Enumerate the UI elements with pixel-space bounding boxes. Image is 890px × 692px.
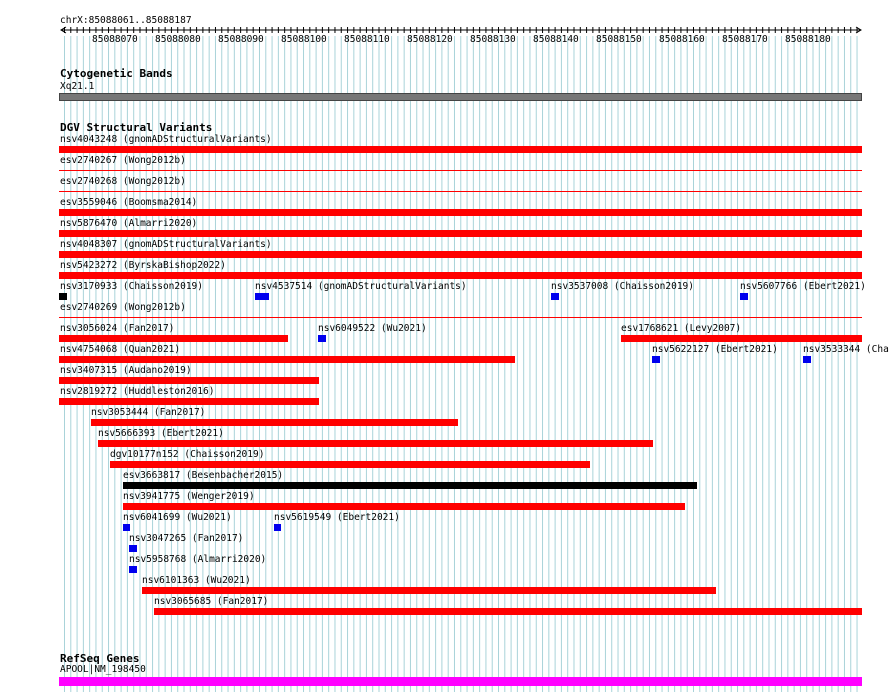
variant-label: nsv4048307 (gnomADStructuralVariants) [60, 239, 272, 250]
variant-loss-bar[interactable] [59, 209, 862, 216]
variant-loss-bar[interactable] [123, 503, 685, 510]
ruler-tick-label: 85088170 [722, 34, 768, 45]
variant-label: nsv5622127 (Ebert2021) [652, 344, 778, 355]
genome-browser-view: chrX:85088061..85088187 85088070 85088080… [0, 0, 890, 692]
ruler-tick-label: 85088110 [344, 34, 390, 45]
variant-loss-bar[interactable] [59, 272, 862, 279]
variant-gain-bar[interactable] [803, 356, 811, 363]
variant-label: nsv6101363 (Wu2021) [142, 575, 251, 586]
variant-label: nsv3533344 (Cha [803, 344, 889, 355]
variant-label: esv2740269 (Wong2012b) [60, 302, 186, 313]
ruler-tick-label: 85088120 [407, 34, 453, 45]
variant-loss-bar[interactable] [59, 356, 515, 363]
variant-label: nsv3056024 (Fan2017) [60, 323, 175, 334]
variant-gain-bar[interactable] [255, 293, 269, 300]
ruler-tick-label: 85088150 [596, 34, 642, 45]
variant-complex-bar[interactable] [59, 293, 67, 300]
variant-loss-bar[interactable] [98, 440, 653, 447]
gene-label: APOOL|NM_198450 [60, 664, 146, 675]
variant-label: nsv5876470 (Almarri2020) [60, 218, 198, 229]
variant-label: nsv2819272 (Huddleston2016) [60, 386, 215, 397]
variant-loss-bar[interactable] [621, 335, 862, 342]
variant-loss-bar[interactable] [110, 461, 590, 468]
variant-gain-bar[interactable] [129, 545, 137, 552]
variant-loss-bar[interactable] [59, 146, 862, 153]
variant-label: nsv5607766 (Ebert2021) [740, 281, 866, 292]
variant-loss-bar[interactable] [59, 317, 862, 318]
variant-label: nsv3537008 (Chaisson2019) [551, 281, 694, 292]
variant-label: nsv6041699 (Wu2021) [123, 512, 232, 523]
variant-gain-bar[interactable] [652, 356, 660, 363]
variant-gain-bar[interactable] [274, 524, 281, 531]
variant-label: nsv3941775 (Wenger2019) [123, 491, 255, 502]
variant-label: esv2740268 (Wong2012b) [60, 176, 186, 187]
variant-label: esv1768621 (Levy2007) [621, 323, 742, 334]
variant-loss-bar[interactable] [91, 419, 458, 426]
variant-label: nsv5619549 (Ebert2021) [274, 512, 400, 523]
variant-label: esv2740267 (Wong2012b) [60, 155, 186, 166]
variant-loss-bar[interactable] [59, 191, 862, 192]
variant-loss-bar[interactable] [59, 230, 862, 237]
variant-label: nsv3065685 (Fan2017) [154, 596, 269, 607]
variant-label: esv3559046 (Boomsma2014) [60, 197, 198, 208]
variant-label: nsv5423272 (ByrskaBishop2022) [60, 260, 226, 271]
ruler-tick-label: 85088090 [218, 34, 264, 45]
variant-label: nsv3407315 (Audano2019) [60, 365, 192, 376]
ruler-tick-label: 85088080 [155, 34, 201, 45]
ruler-tick-label: 85088140 [533, 34, 579, 45]
variant-loss-bar[interactable] [59, 170, 862, 171]
ruler-tick-label: 85088160 [659, 34, 705, 45]
variant-gain-bar[interactable] [129, 566, 137, 573]
variant-label: nsv5666393 (Ebert2021) [98, 428, 224, 439]
variant-label: dgv10177n152 (Chaisson2019) [110, 449, 265, 460]
variant-label: nsv6049522 (Wu2021) [318, 323, 427, 334]
ruler-tick-label: 85088070 [92, 34, 138, 45]
variant-complex-bar[interactable] [123, 482, 697, 489]
variant-loss-bar[interactable] [59, 335, 288, 342]
gene-feature-bar[interactable] [59, 677, 862, 686]
variant-label: nsv4043248 (gnomADStructuralVariants) [60, 134, 272, 145]
variant-label: nsv3170933 (Chaisson2019) [60, 281, 203, 292]
variant-gain-bar[interactable] [318, 335, 326, 342]
variant-label: nsv4537514 (gnomADStructuralVariants) [255, 281, 467, 292]
variant-gain-bar[interactable] [551, 293, 559, 300]
ruler-tick-label: 85088180 [785, 34, 831, 45]
variant-loss-bar[interactable] [59, 377, 319, 384]
variant-loss-bar[interactable] [142, 587, 716, 594]
variant-label: nsv4754068 (Quan2021) [60, 344, 181, 355]
variant-label: nsv3053444 (Fan2017) [91, 407, 206, 418]
cytoband-track-title: Cytogenetic Bands [60, 67, 173, 80]
variant-loss-bar[interactable] [59, 251, 862, 258]
ruler-tick-label: 85088100 [281, 34, 327, 45]
ruler-tick-label: 85088130 [470, 34, 516, 45]
dgv-track-title: DGV Structural Variants [60, 121, 213, 134]
variant-gain-bar[interactable] [740, 293, 748, 300]
variant-loss-bar[interactable] [154, 608, 862, 615]
variant-label: esv3663817 (Besenbacher2015) [123, 470, 284, 481]
variant-label: nsv5958768 (Almarri2020) [129, 554, 267, 565]
cytoband-bar[interactable] [59, 93, 862, 101]
variant-gain-bar[interactable] [123, 524, 130, 531]
variant-label: nsv3047265 (Fan2017) [129, 533, 244, 544]
cytoband-label: Xq21.1 [60, 81, 95, 92]
variant-loss-bar[interactable] [59, 398, 319, 405]
